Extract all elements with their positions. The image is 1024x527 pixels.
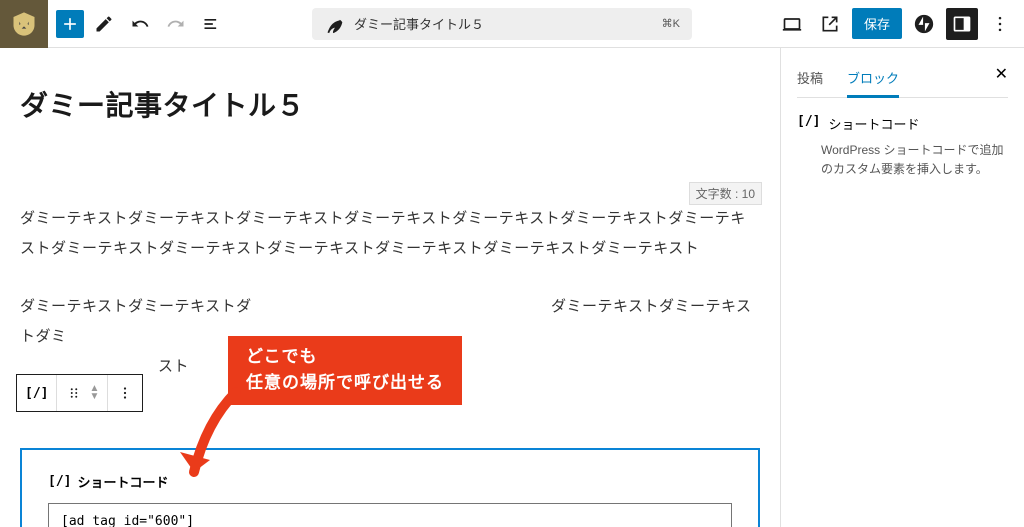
options-button[interactable] [984,8,1016,40]
block-toolbar: [/] ▲▼ [16,374,143,412]
close-sidebar-button[interactable]: ✕ [995,60,1008,97]
move-arrows-icon: ▲▼ [89,385,99,401]
site-logo[interactable] [0,0,48,48]
save-button[interactable]: 保存 [852,8,902,39]
shortcode-block-header: [/] ショートコード [48,472,732,491]
block-info-title: ショートコード [828,114,919,133]
paragraph-block[interactable]: ダミーテキストダミーテキストダミーテキストダミーテキストダミーテキストダミーテキ… [20,204,760,264]
jetpack-icon[interactable] [908,8,940,40]
shortcode-input[interactable] [48,503,732,527]
block-info-desc: WordPress ショートコードで追加のカスタム要素を挿入します。 [821,141,1008,179]
keyboard-shortcut: ⌘K [662,17,680,30]
toolbar-left [48,8,236,40]
document-title[interactable]: ダミー記事タイトル５ ⌘K [312,8,692,40]
block-options-button[interactable] [108,375,142,411]
document-title-text: ダミー記事タイトル５ [354,14,484,33]
post-title[interactable]: ダミー記事タイトル５ [20,84,760,124]
document-outline-button[interactable] [196,8,228,40]
shortcode-block[interactable]: [/] ショートコード [20,448,760,527]
toolbar-right: 保存 [768,8,1024,40]
shortcode-label: ショートコード [77,472,168,491]
edit-mode-button[interactable] [88,8,120,40]
editor-area: ダミー記事タイトル５ 文字数 : 10 ダミーテキストダミーテキストダミーテキス… [0,48,780,527]
top-bar: ダミー記事タイトル５ ⌘K 保存 [0,0,1024,48]
shortcode-icon: [/] [797,114,820,129]
tab-block[interactable]: ブロック [847,60,899,98]
shortcode-icon: [/] [48,474,71,489]
block-type-button[interactable]: [/] [17,375,57,411]
redo-button[interactable] [160,8,192,40]
sidebar-tabs: 投稿 ブロック ✕ [797,60,1008,98]
sidebar-toggle-button[interactable] [946,8,978,40]
block-info: [/] ショートコード [797,114,1008,137]
block-move-button[interactable]: ▲▼ [57,375,108,411]
preview-button[interactable] [814,8,846,40]
tab-post[interactable]: 投稿 [797,60,823,97]
document-bar: ダミー記事タイトル５ ⌘K [236,8,768,40]
leaf-icon [324,13,346,35]
settings-sidebar: 投稿 ブロック ✕ [/] ショートコード WordPress ショートコードで… [780,48,1024,527]
undo-button[interactable] [124,8,156,40]
main-wrap: ダミー記事タイトル５ 文字数 : 10 ダミーテキストダミーテキストダミーテキス… [0,48,1024,527]
shortcode-icon: [/] [25,386,48,401]
view-device-button[interactable] [776,8,808,40]
word-count: 文字数 : 10 [689,182,762,205]
add-block-button[interactable] [56,10,84,38]
